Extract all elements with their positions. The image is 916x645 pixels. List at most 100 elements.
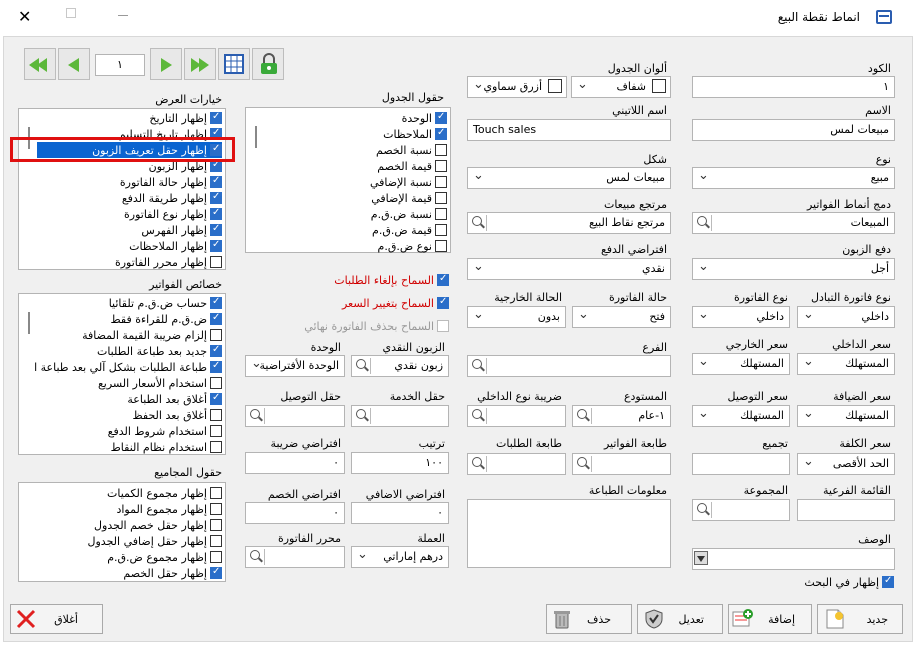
search-icon[interactable] [250, 409, 260, 419]
cash-customer-search-field[interactable]: زبون نقدي [351, 355, 449, 377]
edit-button[interactable]: تعديل [637, 604, 723, 634]
search-icon[interactable] [472, 409, 482, 419]
checkbox[interactable] [210, 191, 222, 204]
currency-select[interactable]: درهم إماراتي [351, 546, 449, 568]
service-field-search[interactable] [351, 405, 449, 427]
totals-fields-item[interactable]: إظهار مجموع الكميات [32, 485, 222, 501]
warehouse-search-field[interactable]: ١-عام [572, 405, 671, 427]
invoice-props-item[interactable]: إلزام ضريبة القيمة المضافة [32, 327, 222, 343]
checkbox[interactable] [435, 111, 447, 124]
collect-field[interactable] [692, 453, 790, 475]
grid-view-button[interactable] [218, 48, 250, 80]
display-options-item[interactable]: إظهار الملاحظات [37, 238, 222, 254]
maximize-icon[interactable] [66, 8, 76, 18]
checkbox[interactable] [435, 224, 447, 236]
invoice-editor-search-field[interactable] [245, 546, 345, 568]
change-price-checkbox[interactable] [437, 296, 449, 309]
checkbox[interactable] [210, 377, 222, 389]
lock-button[interactable] [252, 48, 284, 80]
checkbox[interactable] [210, 329, 222, 341]
invoice-props-item[interactable]: أغلاق بعد الحفظ [32, 407, 222, 423]
sales-return-search-field[interactable]: مرتجع نقاط البيع [467, 212, 671, 234]
checkbox[interactable] [210, 487, 222, 499]
branch-search-field[interactable] [467, 355, 671, 377]
checkbox[interactable] [210, 111, 222, 124]
minimize-icon[interactable] [118, 15, 128, 16]
delete-button[interactable]: حذف [546, 604, 632, 634]
delete-invoice-checkbox[interactable] [437, 320, 449, 332]
invoice-status-select[interactable]: فتح [572, 306, 671, 328]
sub-list-field[interactable] [797, 499, 895, 521]
table-fields-item[interactable]: قيمة ض.ق.م [262, 222, 447, 238]
show-in-search-checkbox[interactable] [882, 575, 894, 588]
checkbox[interactable] [210, 551, 222, 563]
close-window-icon[interactable]: ✕ [18, 7, 31, 26]
display-options-item[interactable]: إظهار حالة الفاتورة [37, 174, 222, 190]
external-status-select[interactable]: بدون [467, 306, 566, 328]
search-icon[interactable] [250, 550, 260, 560]
change-price-option[interactable]: السماح بتغيير السعر [269, 295, 449, 311]
checkbox[interactable] [210, 566, 222, 579]
checkbox[interactable] [435, 176, 447, 188]
table-fields-item[interactable]: الملاحظات [262, 126, 447, 142]
invoice-props-item[interactable]: استخدام الأسعار السريع [32, 375, 222, 391]
cost-price-select[interactable]: الحد الأقصى [797, 453, 895, 475]
new-button[interactable]: جديد [817, 604, 903, 634]
invoice-props-item[interactable]: جديد بعد طباعة الطلبات [32, 343, 222, 359]
previous-record-button[interactable] [58, 48, 90, 80]
invoice-props-item[interactable]: حساب ض.ق.م تلقائيا [32, 295, 222, 311]
table-fields-item[interactable]: نسبة الإضافي [262, 174, 447, 190]
internal-tax-search-field[interactable] [467, 405, 566, 427]
checkbox[interactable] [435, 127, 447, 140]
totals-fields-item[interactable]: إظهار حقل إضافي الجدول [32, 533, 222, 549]
last-record-button[interactable] [184, 48, 216, 80]
hospitality-price-select[interactable]: المستهلك [797, 405, 895, 427]
delivery-field-search[interactable] [245, 405, 345, 427]
search-icon[interactable] [577, 457, 587, 467]
next-record-button[interactable] [150, 48, 182, 80]
external-price-select[interactable]: المستهلك [692, 353, 790, 375]
invoice-type2-select[interactable]: داخلي [692, 306, 790, 328]
cancel-orders-checkbox[interactable] [437, 273, 449, 286]
table-fields-item[interactable]: قيمة الإضافي [262, 190, 447, 206]
checkbox[interactable] [210, 223, 222, 236]
print-info-field[interactable] [467, 499, 671, 568]
checkbox[interactable] [210, 360, 222, 373]
checkbox[interactable] [210, 441, 222, 453]
display-options-item[interactable]: إظهار طريقة الدفع [37, 190, 222, 206]
order-printer-search-field[interactable] [467, 453, 566, 475]
checkbox[interactable] [210, 312, 222, 325]
type-select[interactable]: مبيع [692, 167, 895, 189]
default-payment-select[interactable]: نقدي [467, 258, 671, 280]
latin-name-field[interactable]: Touch sales [467, 119, 671, 141]
payment-select[interactable]: أجل [692, 258, 895, 280]
totals-fields-item[interactable]: إظهار مجموع المواد [32, 501, 222, 517]
cancel-orders-option[interactable]: السماح بإلغاء الطلبات [269, 272, 449, 288]
delete-invoice-option[interactable]: السماح بحذف الفاتورة نهائي [269, 318, 449, 334]
table-color2-select[interactable]: أزرق سماوي [467, 76, 567, 98]
page-number-field[interactable]: ١ [95, 54, 145, 76]
default-tax-field[interactable]: ٠ [245, 452, 345, 474]
invoice-props-item[interactable]: طباعة الطلبات بشكل آلي بعد طباعة ا [32, 359, 222, 375]
table-fields-item[interactable]: الوحدة [262, 110, 447, 126]
description-dropdown-icon[interactable] [694, 551, 708, 565]
totals-fields-item[interactable]: إظهار حقل خصم الجدول [32, 517, 222, 533]
table-fields-item[interactable]: نوع ض.ق.م [262, 238, 447, 254]
shape-select[interactable]: مبيعات لمس [467, 167, 671, 189]
totals-fields-item[interactable]: إظهار مجموع ض.ق.م [32, 549, 222, 565]
display-options-item[interactable]: إظهار التاريخ [37, 110, 222, 126]
invoice-type-select[interactable]: داخلي [797, 306, 895, 328]
first-record-button[interactable] [24, 48, 56, 80]
add-button[interactable]: إضافة [728, 604, 812, 634]
checkbox[interactable] [435, 208, 447, 220]
invoice-props-item[interactable]: أغلاق بعد الطباعة [32, 391, 222, 407]
checkbox[interactable] [210, 207, 222, 220]
code-field[interactable]: ١ [692, 76, 895, 98]
table-fields-item[interactable]: نسبة ض.ق.م [262, 206, 447, 222]
checkbox[interactable] [435, 192, 447, 204]
group-search-field[interactable] [692, 499, 790, 521]
table-color1-select[interactable]: شفاف [571, 76, 671, 98]
checkbox[interactable] [210, 239, 222, 252]
show-in-search-option[interactable]: إظهار في البحث [744, 574, 894, 590]
checkbox[interactable] [435, 144, 447, 156]
